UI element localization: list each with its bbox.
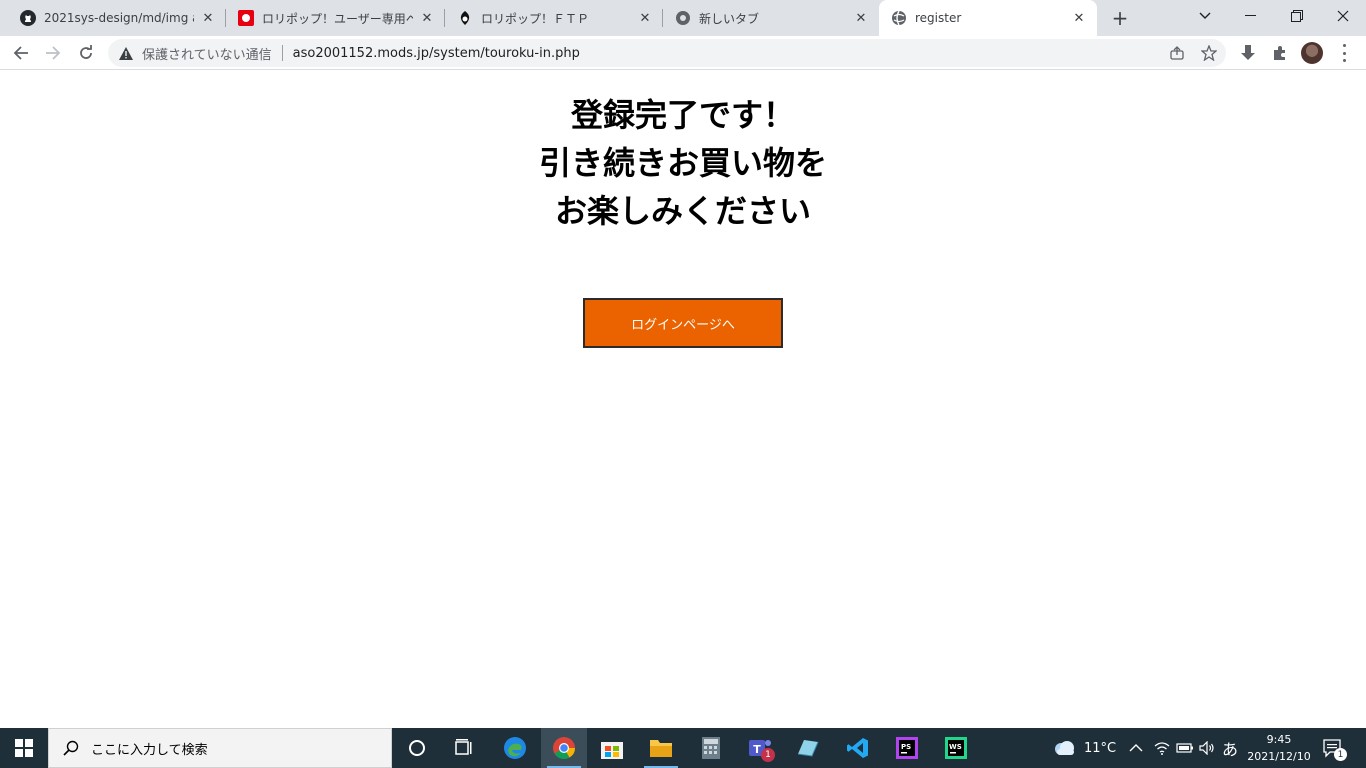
bookmark-star-icon[interactable]	[1200, 44, 1218, 62]
lolipop-icon	[238, 10, 254, 26]
tab-title: register	[915, 11, 962, 25]
wifi-icon[interactable]	[1154, 728, 1170, 768]
windows-start-icon[interactable]	[0, 728, 48, 768]
tab-title: ロリポップ！ＦＴＰ	[481, 11, 590, 26]
minimize-icon[interactable]	[1228, 0, 1274, 32]
calculator-icon[interactable]	[688, 728, 734, 768]
svg-text:WS: WS	[949, 743, 962, 751]
close-icon[interactable]: ✕	[853, 10, 869, 26]
restore-icon[interactable]	[1274, 0, 1320, 32]
svg-text:PS: PS	[901, 743, 911, 751]
teams-icon[interactable]: T 1	[737, 728, 783, 768]
chrome-icon	[675, 10, 691, 26]
close-window-icon[interactable]	[1320, 0, 1366, 32]
close-icon[interactable]: ✕	[1071, 10, 1087, 26]
task-view-icon[interactable]	[440, 728, 486, 768]
tab-register[interactable]: register ✕	[879, 0, 1097, 36]
close-icon[interactable]: ✕	[419, 10, 435, 26]
tab-new-tab[interactable]: 新しいタブ ✕	[663, 0, 879, 36]
clock-date: 2021/12/10	[1247, 750, 1311, 763]
weather-temperature: 11°C	[1084, 740, 1117, 756]
search-icon	[63, 740, 79, 756]
heading-line-1: 登録完了です！	[570, 96, 795, 134]
tab-title: 新しいタブ	[699, 11, 760, 26]
reload-icon[interactable]	[73, 40, 99, 66]
tab-title: ロリポップ！ユーザー専用ページ -	[262, 11, 413, 26]
search-placeholder: ここに入力して検索	[91, 742, 208, 758]
heading-line-2: 引き続きお買い物を	[538, 144, 827, 182]
notification-count: 1	[1334, 748, 1347, 761]
close-icon[interactable]: ✕	[637, 10, 653, 26]
tab-lolipop-ftp[interactable]: ロリポップ！ＦＴＰ ✕	[445, 0, 663, 36]
tab-search-chevron-icon[interactable]	[1182, 0, 1228, 32]
edge-icon[interactable]	[492, 728, 538, 768]
windows-taskbar: ここに入力して検索 T 1 PS WS 11°C あ 9:45 2021/12/…	[0, 728, 1366, 768]
file-explorer-icon[interactable]	[638, 728, 684, 768]
browser-toolbar: 保護されていない通信 aso2001152.mods.jp/system/tou…	[0, 36, 1366, 70]
address-bar[interactable]: 保護されていない通信 aso2001152.mods.jp/system/tou…	[108, 39, 1226, 67]
vscode-icon[interactable]	[835, 728, 881, 768]
new-tab-icon[interactable]: +	[1108, 6, 1132, 30]
show-hidden-icons-icon[interactable]	[1129, 728, 1143, 768]
profile-avatar[interactable]	[1301, 42, 1323, 64]
heading-line-3: お楽しみください	[554, 192, 811, 230]
github-icon	[20, 10, 36, 26]
notification-center-icon[interactable]: 1	[1322, 728, 1347, 768]
ime-indicator[interactable]: あ	[1222, 728, 1238, 768]
tab-strip: 2021sys-design/md/img at m ✕ ロリポップ！ユーザー専…	[0, 0, 1366, 36]
tab-lolipop-user[interactable]: ロリポップ！ユーザー専用ページ - ✕	[226, 0, 445, 36]
globe-icon	[891, 10, 907, 26]
paper-app-icon[interactable]	[785, 728, 831, 768]
security-label[interactable]: 保護されていない通信	[142, 44, 272, 63]
teams-badge: 1	[761, 748, 775, 762]
chrome-menu-icon[interactable]	[1338, 44, 1350, 62]
battery-icon[interactable]	[1176, 728, 1194, 768]
close-icon[interactable]: ✕	[200, 10, 216, 26]
taskbar-search[interactable]: ここに入力して検索	[48, 728, 392, 768]
cortana-icon[interactable]	[394, 728, 440, 768]
url-text[interactable]: aso2001152.mods.jp/system/touroku-in.php	[293, 46, 580, 61]
login-page-button[interactable]: ログインページへ	[583, 298, 783, 348]
weather-widget[interactable]: 11°C	[1052, 728, 1116, 768]
webstorm-icon[interactable]: WS	[933, 728, 979, 768]
chrome-taskbar-icon[interactable]	[541, 728, 587, 768]
omnibox-divider	[281, 45, 283, 61]
back-arrow-icon[interactable]	[8, 40, 34, 66]
taskbar-clock[interactable]: 9:45 2021/12/10	[1244, 731, 1314, 765]
download-extension-icon[interactable]	[1239, 44, 1257, 62]
volume-icon[interactable]	[1199, 728, 1215, 768]
share-icon[interactable]	[1168, 44, 1186, 62]
page-title: 登録完了です！ 引き続きお買い物を お楽しみください	[0, 91, 1366, 235]
phpstorm-icon[interactable]: PS	[884, 728, 930, 768]
lolipop-ftp-icon	[457, 10, 473, 26]
extensions-puzzle-icon[interactable]	[1271, 44, 1289, 62]
microsoft-store-icon[interactable]	[589, 728, 635, 768]
forward-arrow-icon[interactable]	[40, 40, 66, 66]
warning-icon[interactable]	[118, 45, 134, 61]
tab-title: 2021sys-design/md/img at m	[44, 11, 194, 25]
page-content: 登録完了です！ 引き続きお買い物を お楽しみください ログインページへ	[0, 71, 1366, 728]
clock-time: 9:45	[1266, 733, 1292, 746]
tab-github[interactable]: 2021sys-design/md/img at m ✕	[0, 0, 226, 36]
cloudy-weather-icon	[1052, 740, 1076, 756]
